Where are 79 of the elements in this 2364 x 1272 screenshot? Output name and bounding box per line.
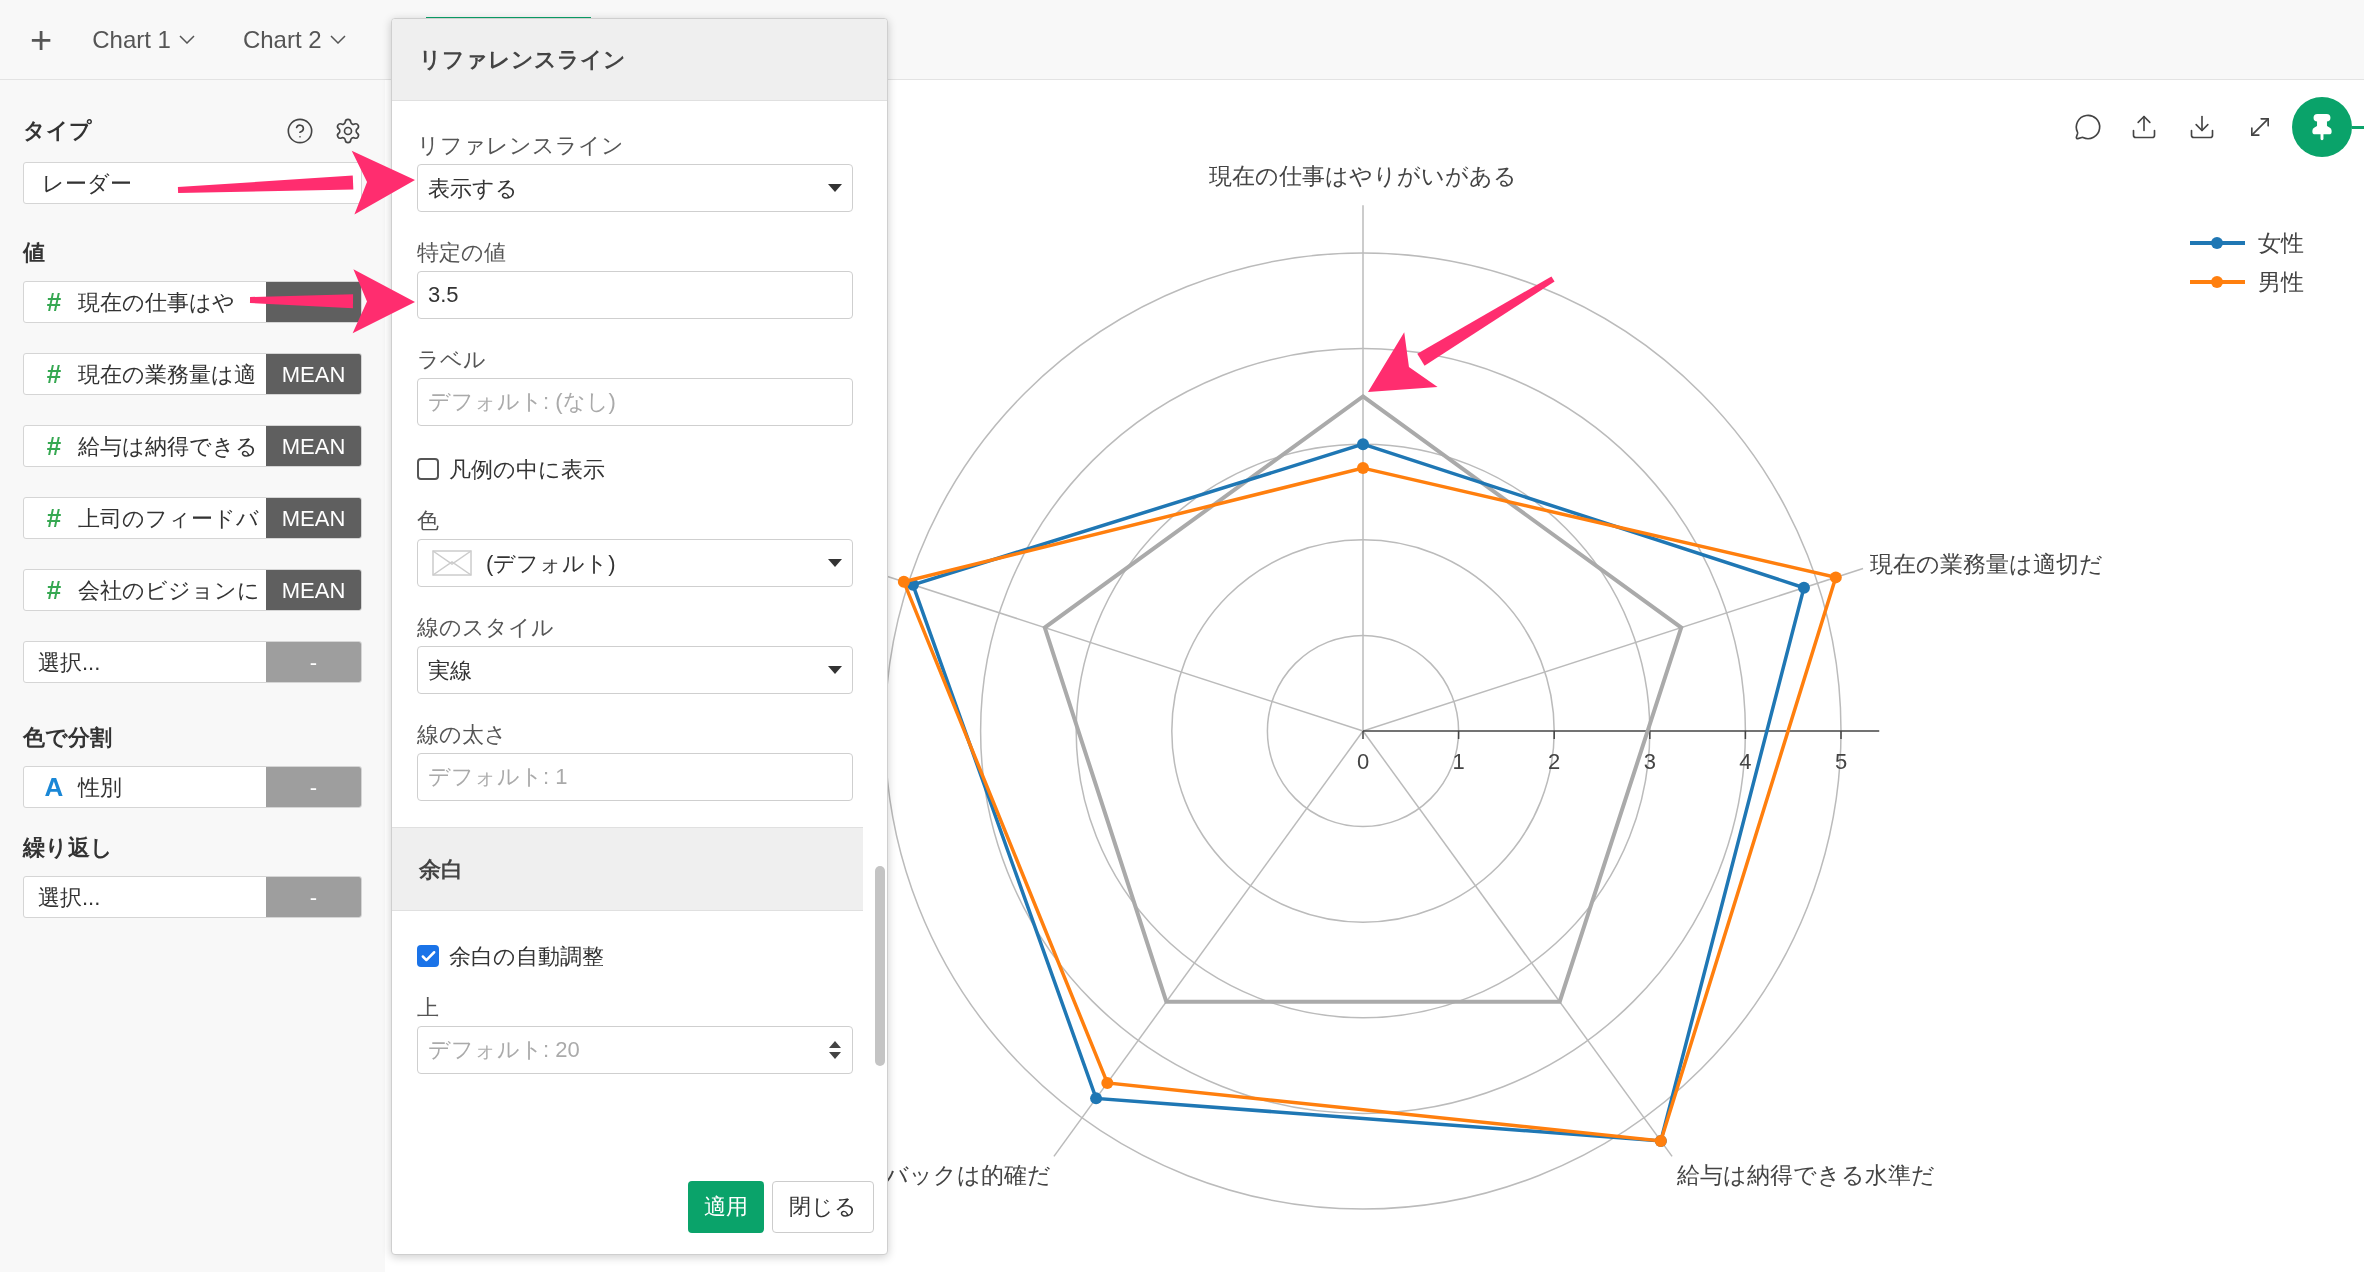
type-glyph: # [45,357,63,391]
chevron-icon [178,35,195,44]
aggregate-button[interactable]: MEAN [266,498,361,538]
caret-icon [828,559,842,567]
section-title: 値 [23,239,46,267]
field-label: 色 [417,507,440,535]
section-title: タイプ [23,117,93,145]
scrollbar-thumb[interactable] [875,866,885,1066]
field-label: 選択... [38,648,101,677]
field-label: 給与は納得できる [78,432,258,461]
chevron-icon [329,35,346,44]
axis-label: 現在の業務量は適切だ [1870,551,2103,577]
section-title: 色で分割 [23,724,113,752]
settings-icon[interactable] [334,117,362,145]
axis-tick-label: 1 [1452,749,1465,774]
aggregate-button[interactable]: MEAN [266,426,361,466]
add-tab-button[interactable]: + [30,20,53,59]
field-row[interactable]: 選択... - [23,876,362,918]
checkbox-label: 余白の自動調整 [449,942,604,971]
axis-tick-label: 5 [1834,749,1848,774]
field-label: 上 [417,994,440,1022]
field-label: 選択... [38,883,101,912]
axis-label: 現在の仕事はやりがいがある [1209,163,1517,189]
comment-icon[interactable] [2074,113,2102,141]
section-title: 繰り返し [23,834,114,862]
field-row[interactable]: 選択... - [23,641,362,683]
field-label: リファレンスライン [417,132,625,160]
legend-label[interactable]: 女性 [2258,230,2304,256]
close-button[interactable]: 閉じる [772,1180,874,1233]
empty-swatch-icon [432,550,472,576]
legend-label[interactable]: 男性 [2258,269,2304,295]
help-icon[interactable] [286,117,314,145]
field-label: 線のスタイル [417,614,555,642]
type-glyph: # [45,285,63,319]
dialog-title: リファレンスライン [419,46,626,74]
type-glyph: A [43,770,65,804]
number-field[interactable]: デフォルト: 20 [417,1026,853,1074]
chart-tab[interactable]: Chart 2 [242,21,346,58]
color-dropdown[interactable]: (デフォルト) [417,539,853,587]
field-row[interactable]: # 現在の業務量は適 MEAN [23,353,362,395]
aggregate-button[interactable]: MEAN [266,354,361,394]
upload-icon[interactable] [2130,113,2158,141]
field-row[interactable]: # 会社のビジョンに MEAN [23,569,362,611]
chart-tab[interactable]: Chart 1 [92,21,195,58]
text-field[interactable]: 3.5 [417,271,853,319]
checkbox[interactable] [417,945,439,967]
text-field[interactable]: デフォルト: (なし) [417,378,853,426]
field-row[interactable]: A 性別 - [23,766,362,808]
type-glyph: # [45,573,63,607]
field-label: 現在の業務量は適 [78,360,256,389]
field-label: 上司のフィードバ [78,504,259,533]
type-glyph: # [45,501,63,535]
dropdown[interactable]: 表示する [417,164,853,212]
section-title: 余白 [419,855,463,884]
axis-tick-label: 4 [1739,749,1752,774]
field-label: 線の太さ [417,721,508,749]
caret-icon [828,184,842,192]
aggregate-button[interactable]: MEAN [266,570,361,610]
field-row[interactable]: # 給与は納得できる MEAN [23,425,362,467]
type-glyph: # [45,429,63,463]
field-label: ラベル [417,346,487,374]
pin-connector [2352,125,2364,129]
dropdown-value: (デフォルト) [486,549,617,578]
axis-tick-label: 3 [1643,749,1656,774]
checkbox[interactable] [417,458,439,480]
axis-tick-label: 2 [1548,749,1561,774]
dropdown[interactable]: 実線 [417,646,853,694]
field-label: 特定の値 [417,239,507,267]
field-row[interactable]: # 上司のフィードバ MEAN [23,497,362,539]
pin-button[interactable] [2292,97,2352,157]
field-label: 会社のビジョンに [78,576,260,605]
download-icon[interactable] [2188,113,2216,141]
field-label: 性別 [78,773,122,802]
field-label: 現在の仕事はや [78,288,235,317]
text-field[interactable]: デフォルト: 1 [417,753,853,801]
caret-icon [828,666,842,674]
axis-label: 給与は納得できる水準だ [1677,1162,1935,1188]
checkbox-label: 凡例の中に表示 [449,455,605,484]
axis-tick-label: 0 [1356,749,1370,774]
